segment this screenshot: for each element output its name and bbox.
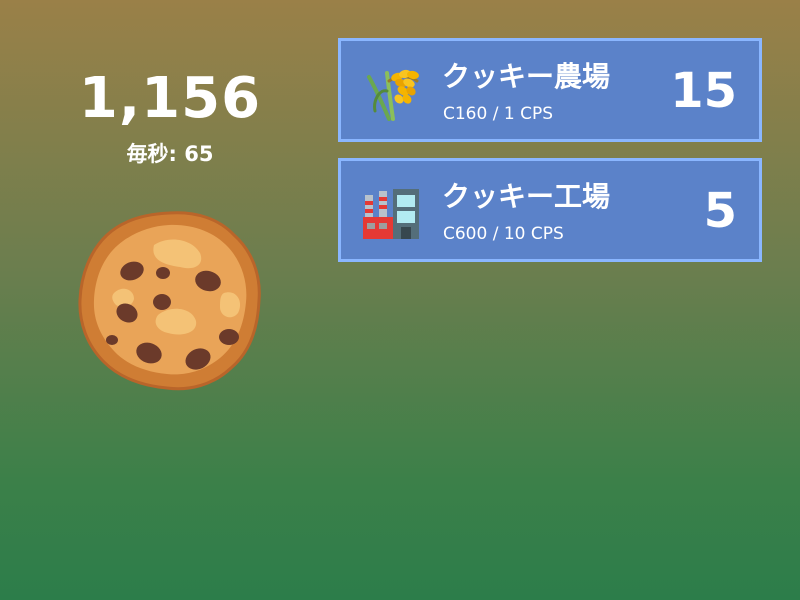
building-cost: C160 / 1 CPS [443, 104, 553, 124]
building-factory[interactable]: クッキー工場 C600 / 10 CPS 5 [338, 158, 762, 262]
factory-icon [359, 181, 423, 241]
building-owned-count: 15 [670, 63, 737, 119]
cookie-icon [78, 211, 261, 391]
big-cookie-button[interactable] [74, 205, 264, 395]
building-shop: クッキー農場 C160 / 1 CPS 15 クッキー工場 C600 / 10 … [338, 38, 762, 278]
building-cost: C600 / 10 CPS [443, 224, 564, 244]
rice-sheaf-icon [359, 61, 423, 121]
cookies-per-second: 毎秒: 65 [126, 142, 214, 166]
building-farm[interactable]: クッキー農場 C160 / 1 CPS 15 [338, 38, 762, 142]
building-name: クッキー農場 [442, 60, 611, 93]
cookie-count: 1,156 [78, 66, 262, 131]
building-name: クッキー工場 [442, 180, 611, 213]
score-panel: 1,156 毎秒: 65 [60, 64, 280, 168]
building-owned-count: 5 [703, 183, 737, 239]
